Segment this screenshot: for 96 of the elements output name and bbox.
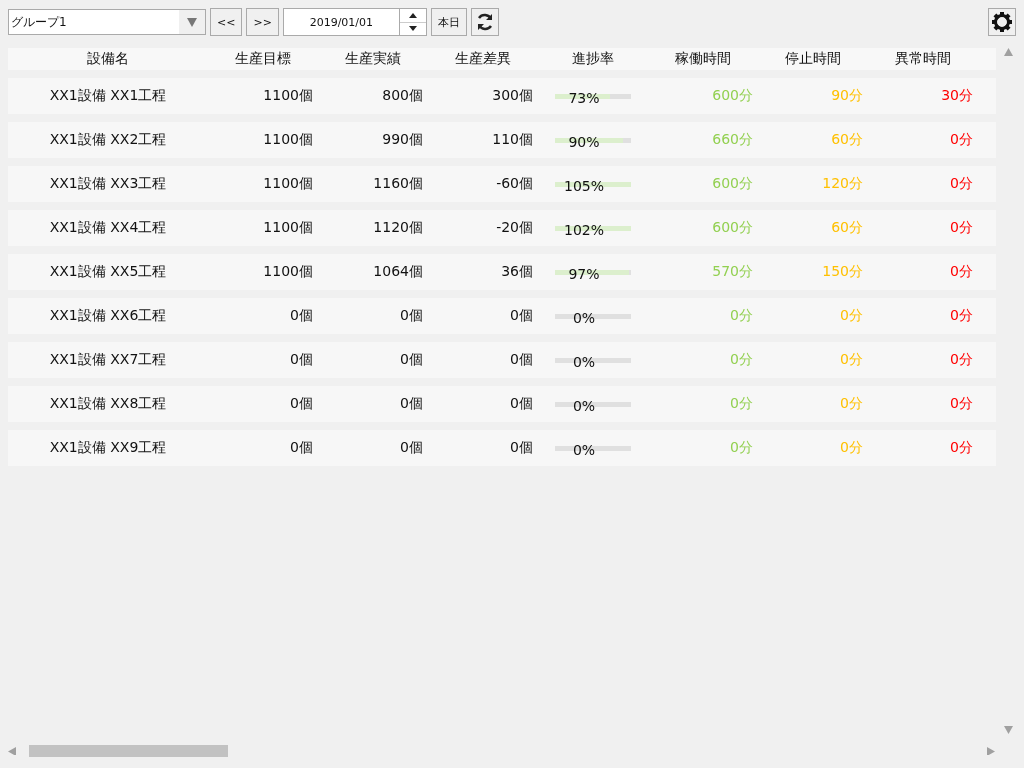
scroll-down-arrow-icon[interactable] (1003, 726, 1013, 734)
table-cell-text: 660分 (711, 131, 754, 149)
table-cell-text: 600分 (711, 219, 754, 237)
table-cell-text: 0分 (839, 351, 864, 369)
table-cell-text: 600分 (711, 87, 754, 105)
table-cell-text: 0分 (949, 395, 974, 413)
table-cell-text: 0分 (949, 307, 974, 325)
next-button[interactable]: >> (246, 8, 279, 36)
table-cell-text: 0個 (399, 395, 424, 413)
table-cell-text: 0分 (949, 439, 974, 457)
table-cell-text: 120分 (821, 175, 864, 193)
table-cell-text: 0分 (729, 351, 754, 369)
table-cell-text: 36個 (500, 263, 534, 281)
table-cell-text: 1160個 (372, 175, 424, 193)
table-cell-text: 0個 (399, 351, 424, 369)
column-header: 生産差異 (454, 50, 512, 68)
progress-text: 0% (572, 354, 596, 370)
equipment-name: XX1設備 XX1工程 (48, 87, 168, 105)
table-cell-text: 0分 (729, 439, 754, 457)
settings-icon (991, 11, 1013, 33)
column-header: 異常時間 (894, 50, 952, 68)
table-cell-text: 0分 (949, 263, 974, 281)
column-header: 進捗率 (571, 50, 615, 68)
table-cell-text: 0個 (509, 395, 534, 413)
progress-text: 0% (572, 442, 596, 458)
table-cell-text: 30分 (940, 87, 974, 105)
table-cell-text: 60分 (830, 219, 864, 237)
column-header: 生産目標 (234, 50, 292, 68)
equipment-name: XX1設備 XX3工程 (48, 175, 168, 193)
table-cell-text: 1100個 (262, 175, 314, 193)
table-cell-text: -20個 (495, 219, 534, 237)
date-field[interactable]: 2019/01/01 (282, 8, 427, 36)
table-cell-text: 0分 (949, 351, 974, 369)
table-cell-text: 600分 (711, 175, 754, 193)
table-cell-text: 1100個 (262, 263, 314, 281)
table-cell-text: 300個 (491, 87, 534, 105)
progress-text: 97% (568, 266, 600, 282)
equipment-name: XX1設備 XX9工程 (48, 439, 168, 457)
equipment-name: XX1設備 XX5工程 (48, 263, 168, 281)
today-button[interactable]: 本日 (430, 8, 467, 36)
table-cell-text: 0分 (839, 307, 864, 325)
table-cell-text: 150分 (821, 263, 864, 281)
column-header: 生産実績 (344, 50, 402, 68)
table-cell-text: 90分 (830, 87, 864, 105)
equipment-name: XX1設備 XX4工程 (48, 219, 168, 237)
progress-text: 105% (564, 178, 604, 194)
dropdown-arrow-icon (187, 17, 197, 27)
table-cell-text: 0分 (729, 307, 754, 325)
table-cell-text: 1100個 (262, 131, 314, 149)
table-cell-text: 0分 (949, 219, 974, 237)
table-cell-text: 990個 (381, 131, 424, 149)
table-cell-text: 0個 (509, 307, 534, 325)
table-cell-text: 0分 (729, 395, 754, 413)
table-cell-text: 0個 (509, 439, 534, 457)
progress-text: 90% (568, 134, 600, 150)
progress-text: 102% (564, 222, 604, 238)
scroll-left-arrow-icon[interactable] (8, 747, 17, 755)
table-cell-text: 1120個 (372, 219, 424, 237)
table-cell-text: 1100個 (262, 219, 314, 237)
table-cell-text: 0個 (509, 351, 534, 369)
table-cell-text: 1064個 (372, 263, 424, 281)
column-header: 設備名 (86, 50, 130, 68)
table-cell-text: 0個 (289, 395, 314, 413)
progress-text: 0% (572, 310, 596, 326)
settings-button[interactable] (988, 8, 1016, 36)
scroll-up-arrow-icon[interactable] (1003, 48, 1013, 56)
equipment-name: XX1設備 XX2工程 (48, 131, 168, 149)
table-cell-text: 1100個 (262, 87, 314, 105)
progress-text: 0% (572, 398, 596, 414)
column-header: 停止時間 (784, 50, 842, 68)
equipment-name: XX1設備 XX7工程 (48, 351, 168, 369)
equipment-name: XX1設備 XX8工程 (48, 395, 168, 413)
scrollbar-thumb[interactable] (29, 745, 228, 757)
table-cell-text: 110個 (491, 131, 534, 149)
refresh-button[interactable] (470, 8, 499, 36)
table-cell-text: 0個 (399, 307, 424, 325)
equipment-name: XX1設備 XX6工程 (48, 307, 168, 325)
table-cell-text: 800個 (381, 87, 424, 105)
table-cell-text: 0個 (289, 307, 314, 325)
table-cell-text: 0分 (839, 439, 864, 457)
scroll-right-arrow-icon[interactable] (987, 747, 996, 755)
group-select[interactable]: グループ1 (8, 9, 206, 35)
table-cell-text: 0分 (949, 175, 974, 193)
column-header: 稼働時間 (674, 50, 732, 68)
table-cell-text: 570分 (711, 263, 754, 281)
table-cell-text: 60分 (830, 131, 864, 149)
table-cell-text: 0個 (289, 351, 314, 369)
table-cell-text: 0個 (399, 439, 424, 457)
spin-down-icon[interactable] (408, 26, 417, 32)
table-cell-text: 0分 (949, 131, 974, 149)
table-cell-text: -60個 (495, 175, 534, 193)
previous-button[interactable]: << (210, 8, 243, 36)
spin-up-icon[interactable] (408, 12, 417, 18)
table-cell-text: 0分 (839, 395, 864, 413)
progress-text: 73% (568, 90, 600, 106)
table-cell-text: 0個 (289, 439, 314, 457)
